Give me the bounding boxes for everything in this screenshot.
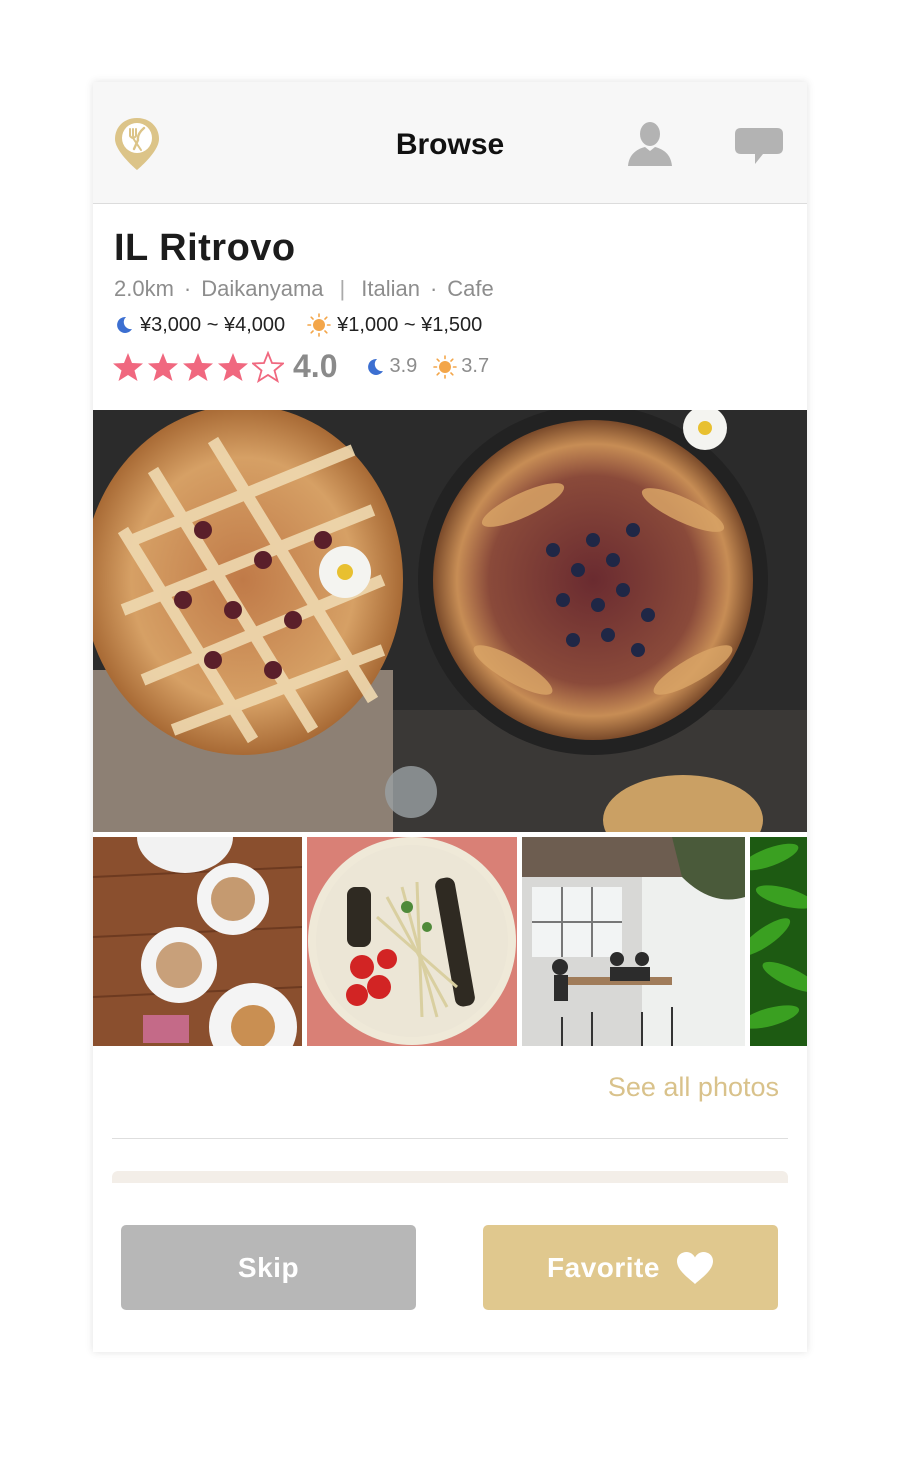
chat-icon[interactable] xyxy=(733,126,785,166)
rating-score: 4.0 xyxy=(293,348,338,384)
sun-icon xyxy=(307,313,331,337)
dinner-price: ¥3,000 ~ ¥4,000 xyxy=(140,313,286,336)
top-bar: Browse xyxy=(93,82,807,204)
distance: 2.0km xyxy=(114,276,174,301)
category: Italian xyxy=(361,276,420,301)
star-filled-icon xyxy=(148,352,178,381)
skip-button[interactable]: Skip xyxy=(121,1225,416,1310)
photo-strip xyxy=(93,837,807,1046)
divider xyxy=(112,1138,788,1139)
profile-icon[interactable] xyxy=(625,118,675,168)
heart-icon xyxy=(676,1251,713,1284)
rating-row: 4.0 3.9 3.7 xyxy=(112,348,489,385)
moon-icon xyxy=(117,316,132,333)
meta-separator: · xyxy=(429,276,438,301)
skip-label: Skip xyxy=(237,1251,300,1283)
dinner-rating: 3.9 xyxy=(389,355,418,377)
price-range: ¥3,000 ~ ¥4,000 ¥1,000 ~ ¥1,500 xyxy=(114,313,482,337)
category: Cafe xyxy=(447,276,494,301)
meta-separator: · xyxy=(183,276,192,301)
star-empty-icon xyxy=(252,350,284,383)
moon-icon xyxy=(368,358,384,375)
photo-thumbnail[interactable] xyxy=(522,837,745,1046)
restaurant-meta: 2.0km · Daikanyama | Italian · Cafe xyxy=(114,276,494,302)
lunch-rating: 3.7 xyxy=(461,355,490,377)
star-filled-icon xyxy=(113,352,143,381)
photo-thumbnail[interactable] xyxy=(307,837,517,1046)
map-preview[interactable] xyxy=(112,1171,788,1183)
favorite-label: Favorite xyxy=(547,1251,660,1283)
sun-icon xyxy=(433,354,458,379)
action-bar: Skip Favorite xyxy=(93,1183,807,1352)
app-screen: Browse IL Ritrovo 2.0km · Daikanyama | Itali… xyxy=(93,82,807,1352)
page-title: Browse xyxy=(395,128,505,161)
star-filled-icon xyxy=(183,352,213,381)
photo-thumbnail[interactable] xyxy=(93,837,302,1046)
photo-thumbnail[interactable] xyxy=(750,837,807,1046)
see-all-photos-link[interactable]: See all photos xyxy=(608,1072,779,1103)
favorite-button[interactable]: Favorite xyxy=(483,1225,778,1310)
hero-photo[interactable] xyxy=(93,410,807,832)
meta-divider: | xyxy=(339,276,346,301)
restaurant-name: IL Ritrovo xyxy=(114,227,296,269)
lunch-price: ¥1,000 ~ ¥1,500 xyxy=(337,313,483,336)
star-rating xyxy=(112,350,287,383)
star-filled-icon xyxy=(218,352,248,381)
area: Daikanyama xyxy=(201,276,324,301)
